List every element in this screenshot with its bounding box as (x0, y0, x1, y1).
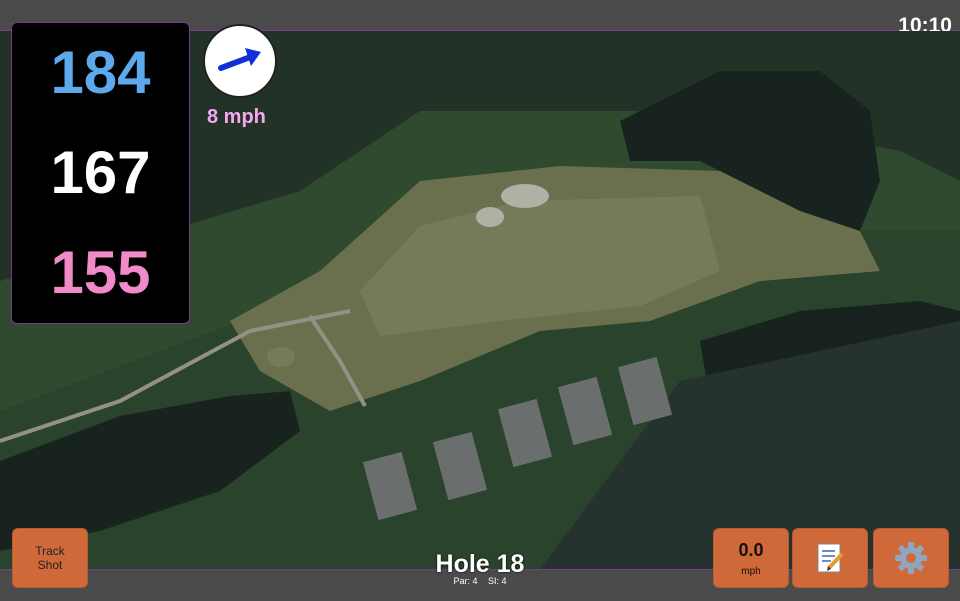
notes-button[interactable] (792, 528, 868, 588)
speed-value: 0.0 (738, 539, 764, 560)
hole-info: Par: 4 SI: 4 (400, 576, 560, 586)
back-distance: 184 (50, 39, 151, 106)
hole-si: SI: 4 (488, 576, 507, 586)
hole-title: Hole 18 (435, 550, 525, 578)
front-distance: 155 (50, 239, 151, 306)
gear-icon (895, 542, 927, 574)
track-shot-button[interactable]: Track Shot (12, 528, 88, 588)
track-shot-label-line1: Track (35, 544, 65, 558)
settings-button[interactable] (873, 528, 949, 588)
middle-distance: 167 (50, 139, 151, 206)
arrow-right-icon (218, 48, 261, 71)
memo-icon (817, 543, 844, 573)
track-shot-label-line2: Shot (37, 558, 63, 572)
speed-unit: mph (741, 565, 761, 577)
wind-speed: 8 mph (207, 106, 266, 128)
hole-par: Par: 4 (453, 576, 478, 586)
speed-button[interactable]: 0.0 mph (713, 528, 789, 588)
wind-direction-dial (203, 24, 277, 98)
distance-panel: 184 167 155 (11, 22, 190, 324)
